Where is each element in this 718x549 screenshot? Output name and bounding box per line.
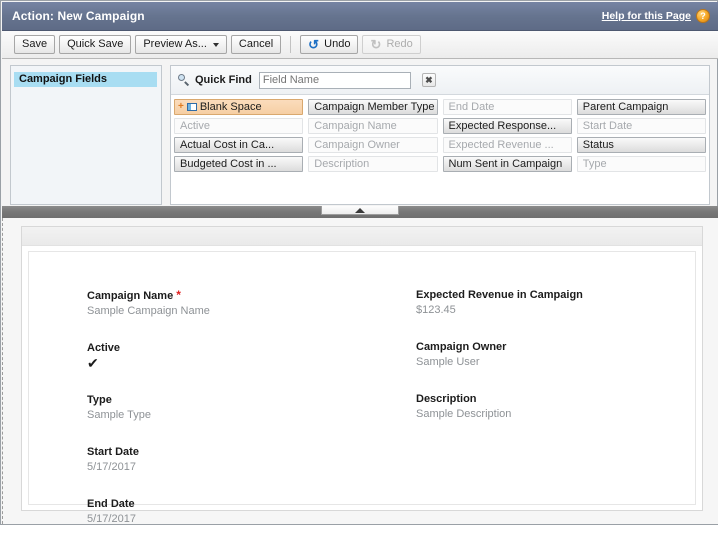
form-field-row: End Date 5/17/2017 [87,497,362,526]
form-field-row: Type Sample Type [87,393,362,422]
form-field-label-text: Type [87,394,112,406]
palette-field-item: Description [308,156,438,172]
form-field-value: 5/17/2017 [87,461,136,473]
form-field-label-text: Expected Revenue in Campaign [416,289,583,301]
form-field-label: Active [87,341,362,355]
palette-field-item: Campaign Owner [308,137,438,153]
toolbar-divider [290,36,292,53]
help-area: Help for this Page ? [602,9,710,23]
page-title: Action: New Campaign [12,9,145,23]
field-category-list: Campaign Fields [10,65,162,205]
preview-card: Campaign Name * Sample Campaign Name Active… [21,226,703,525]
form-columns: Campaign Name * Sample Campaign Name Active… [29,288,695,549]
form-field-label-text: Campaign Name [87,290,174,302]
page-layout-editor-window: Action: New Campaign Help for this Page … [0,0,718,525]
preview-as-label: Preview As... [143,38,207,50]
blank-space-icon [186,103,197,111]
palette-field-item: Type [576,156,706,172]
toolbar: Save Quick Save Preview As... Cancel ↺ U… [2,31,718,59]
collapse-palette-handle[interactable] [321,206,399,215]
form-column-right: Expected Revenue in Campaign $123.45 Campa… [362,288,695,549]
form-field-label: Description [416,392,695,406]
palette-field-item: Start Date [576,118,706,134]
form-field-label: Campaign Name * [87,288,362,303]
form-field-value: Sample Campaign Name [87,305,210,317]
palette-field-item: Campaign Name [308,118,438,134]
plus-icon: + [178,101,184,112]
form-field-label-text: Start Date [87,446,139,458]
layout-preview-area: Campaign Name * Sample Campaign Name Active… [2,218,718,525]
form-field-label-text: Active [87,342,121,354]
form-field-row: Campaign Owner Sample User [416,340,695,369]
field-palette: Campaign Fields Quick Find ✖ + Blank Spac… [10,65,710,205]
category-item-campaign-fields[interactable]: Campaign Fields [14,72,157,87]
form-field-label-text: Campaign Owner [416,341,507,353]
palette-field-item[interactable]: Expected Response... [442,118,572,134]
form-field-label: Campaign Owner [416,340,695,354]
titlebar: Action: New Campaign Help for this Page … [2,2,718,31]
undo-button[interactable]: ↺ Undo [300,35,359,54]
chevron-down-icon [212,42,219,47]
form-field-value: Sample Type [87,409,152,421]
palette-field-item[interactable]: Campaign Member Type [308,99,438,115]
quick-save-button[interactable]: Quick Save [59,35,132,54]
form-field-label-text: Description [416,393,477,405]
undo-label: Undo [324,38,351,50]
field-grid: + Blank Space Campaign Member Type End Date… [171,95,709,172]
collapse-up-arrow-icon [355,208,365,213]
palette-field-item[interactable]: Status [576,137,706,153]
palette-field-item[interactable]: Actual Cost in Ca... [174,137,304,153]
form-field-row: Expected Revenue in Campaign $123.45 [416,288,695,317]
form-field-value: 5/17/2017 [87,513,136,525]
preview-card-body: Campaign Name * Sample Campaign Name Active… [28,251,696,525]
required-asterisk-icon: * [176,288,181,302]
form-field-label: Start Date [87,445,362,459]
form-field-label: Expected Revenue in Campaign [416,288,695,302]
palette-field-item: Active [174,118,304,134]
palette-field-item: Expected Revenue ... [442,137,572,153]
form-field-row: Start Date 5/17/2017 [87,445,362,474]
form-field-row: Description Sample Description [416,392,695,421]
form-field-value: $123.45 [416,304,456,316]
palette-splitter [2,206,718,218]
form-field-checkbox: ✔ [87,355,99,371]
form-field-value: Sample User [416,356,480,368]
quick-find-label: Quick Find [195,74,252,86]
quick-find-bar: Quick Find ✖ [171,66,709,95]
question-mark-icon[interactable]: ? [696,9,710,23]
quick-find-input[interactable] [258,71,411,89]
form-field-label: Type [87,393,362,407]
clear-search-icon[interactable]: ✖ [421,73,436,87]
redo-button[interactable]: ↻ Redo [362,35,421,54]
field-items-panel: Quick Find ✖ + Blank Space Campaign Member… [170,65,710,205]
form-field-row: Active ✔ [87,341,362,370]
preview-card-header [22,227,702,246]
undo-arrow-icon: ↺ [308,36,320,52]
search-icon [178,74,190,86]
help-for-this-page-link[interactable]: Help for this Page [602,10,691,22]
form-field-label-text: End Date [87,498,135,510]
palette-field-item[interactable]: Num Sent in Campaign [442,156,572,172]
save-button[interactable]: Save [14,35,56,54]
palette-field-item[interactable]: Budgeted Cost in ... [174,156,304,172]
palette-field-item: End Date [442,99,572,115]
palette-field-item[interactable]: Parent Campaign [576,99,706,115]
preview-as-button[interactable]: Preview As... [135,35,227,54]
palette-field-item[interactable]: + Blank Space [174,99,304,115]
form-column-left: Campaign Name * Sample Campaign Name Active… [29,288,362,549]
form-field-row: Campaign Name * Sample Campaign Name [87,288,362,318]
form-field-value: Sample Description [416,408,512,420]
cancel-button[interactable]: Cancel [230,35,282,54]
redo-label: Redo [386,38,413,50]
palette-field-label: Blank Space [199,101,262,113]
redo-arrow-icon: ↻ [370,36,382,52]
form-field-label: End Date [87,497,362,511]
